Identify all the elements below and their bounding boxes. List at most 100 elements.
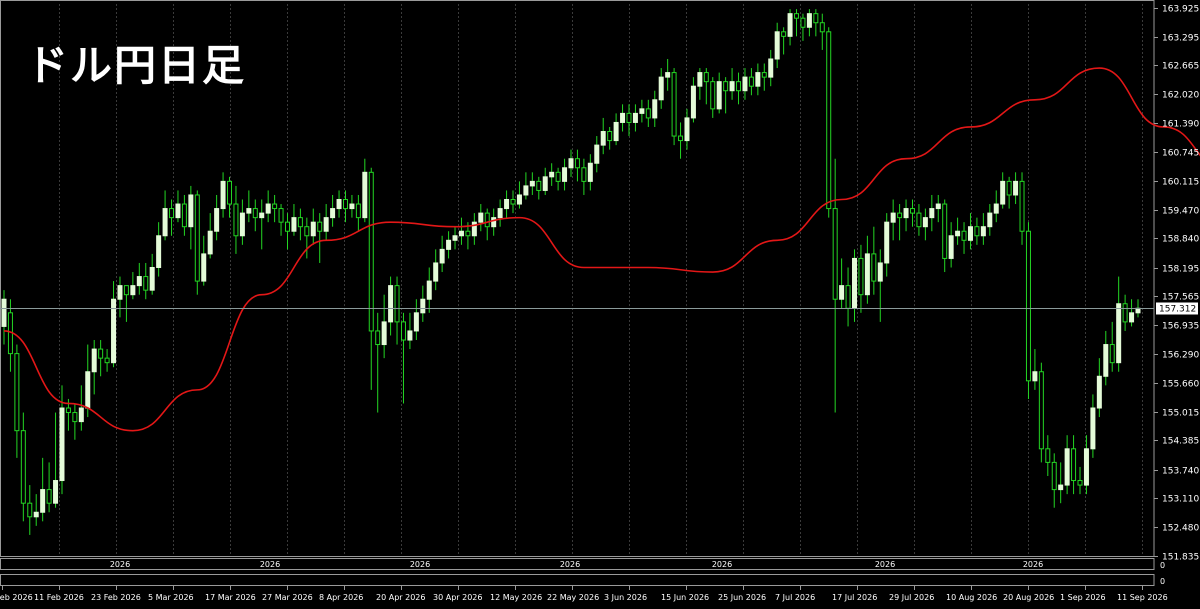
candle-body [27, 502, 33, 518]
candle-body [697, 72, 703, 87]
candle [555, 167, 561, 191]
period-marker-label: 2026 [875, 560, 895, 569]
candle [826, 27, 832, 218]
candle-body [117, 285, 123, 300]
candle [291, 204, 297, 236]
candle [723, 77, 729, 114]
candle [967, 213, 973, 250]
candle-body [607, 131, 613, 142]
x-tick-label: 15 Jun 2026 [661, 593, 709, 602]
candle-body [400, 321, 406, 341]
candle [1, 290, 7, 345]
candle [259, 199, 265, 250]
candle [27, 485, 33, 535]
candle-body [323, 217, 329, 232]
y-tick-label: 158.840 [1162, 235, 1199, 245]
candle [549, 163, 555, 186]
x-tick-label: 25 Jun 2026 [718, 593, 766, 602]
candle-body [639, 108, 645, 114]
candle [768, 49, 774, 87]
candle [104, 349, 110, 372]
candle [1000, 172, 1006, 209]
candle-body [1032, 371, 1038, 382]
candle [884, 213, 890, 277]
candle-body [890, 212, 896, 223]
candle-body [1000, 180, 1006, 205]
y-axis: 163.925 163.295 162.665 162.020 161.390 160.7… [1154, 5, 1199, 563]
candle-body [555, 171, 561, 182]
candle [46, 462, 52, 513]
candle [806, 9, 812, 37]
candle [323, 204, 329, 241]
candle-body [652, 99, 658, 119]
candle [794, 9, 800, 37]
candle-body [259, 212, 265, 219]
candle-body [156, 235, 162, 268]
candle-body [671, 72, 677, 137]
x-tick-label: 8 Apr 2026 [319, 593, 363, 602]
candle [645, 99, 651, 127]
candle [607, 126, 613, 150]
candle [439, 235, 445, 273]
candle [620, 104, 626, 132]
candle-body [852, 257, 857, 309]
candle-body [1058, 484, 1064, 491]
candle [987, 204, 993, 236]
candle [1006, 176, 1012, 209]
candle-body [787, 13, 793, 37]
candle [1064, 435, 1070, 495]
candle-body [871, 253, 877, 282]
candle-body [59, 407, 65, 482]
candle-body [239, 212, 245, 237]
candle [375, 312, 381, 413]
candle-body [1013, 180, 1019, 196]
candle-body [665, 72, 671, 78]
x-tick-label: 23 Feb 2026 [91, 593, 141, 602]
candle-body [542, 176, 548, 191]
current-price-box: 157.312 [1156, 302, 1198, 315]
candle-body [336, 199, 342, 210]
candle-body [993, 203, 999, 214]
candle [710, 77, 716, 118]
y-tick-label: 156.935 [1162, 322, 1199, 332]
candle-body [375, 330, 381, 346]
candle-body [536, 180, 542, 191]
candle [813, 9, 819, 37]
y-tick-label: 156.290 [1162, 351, 1199, 361]
candle [413, 299, 419, 341]
candle [207, 213, 213, 259]
candle [890, 199, 896, 241]
candle [690, 77, 696, 123]
candle [935, 194, 941, 223]
candle-body [169, 208, 175, 219]
candle-body [967, 226, 973, 241]
y-tick-label: 159.470 [1162, 207, 1199, 217]
candle-body [1103, 344, 1109, 377]
candle-body [349, 203, 355, 210]
candle [214, 194, 220, 241]
candle [175, 190, 181, 223]
candle [201, 235, 207, 286]
candle [458, 217, 464, 245]
x-tick-label: 27 Mar 2026 [262, 593, 313, 602]
candle-body [362, 171, 368, 219]
candle-body [897, 212, 903, 219]
candle-body [529, 180, 535, 187]
candle [974, 217, 980, 245]
candle-body [304, 226, 310, 237]
candle-body [678, 135, 684, 142]
candle-body [794, 13, 800, 19]
x-tick-label: 20 Apr 2026 [376, 593, 425, 602]
x-axis: 0 0 2026 2026 2026 2026 2026 2026 2026 1 Feb 2026… [0, 558, 1168, 602]
candle-body [53, 480, 59, 504]
candle-body [497, 208, 503, 219]
candle [581, 158, 587, 195]
candle [1038, 362, 1044, 463]
candle [227, 176, 233, 218]
candle [304, 217, 310, 259]
candle-body [40, 489, 46, 513]
candle [400, 312, 406, 404]
candle-body [220, 180, 226, 210]
candle [143, 262, 149, 300]
candle [980, 213, 986, 245]
